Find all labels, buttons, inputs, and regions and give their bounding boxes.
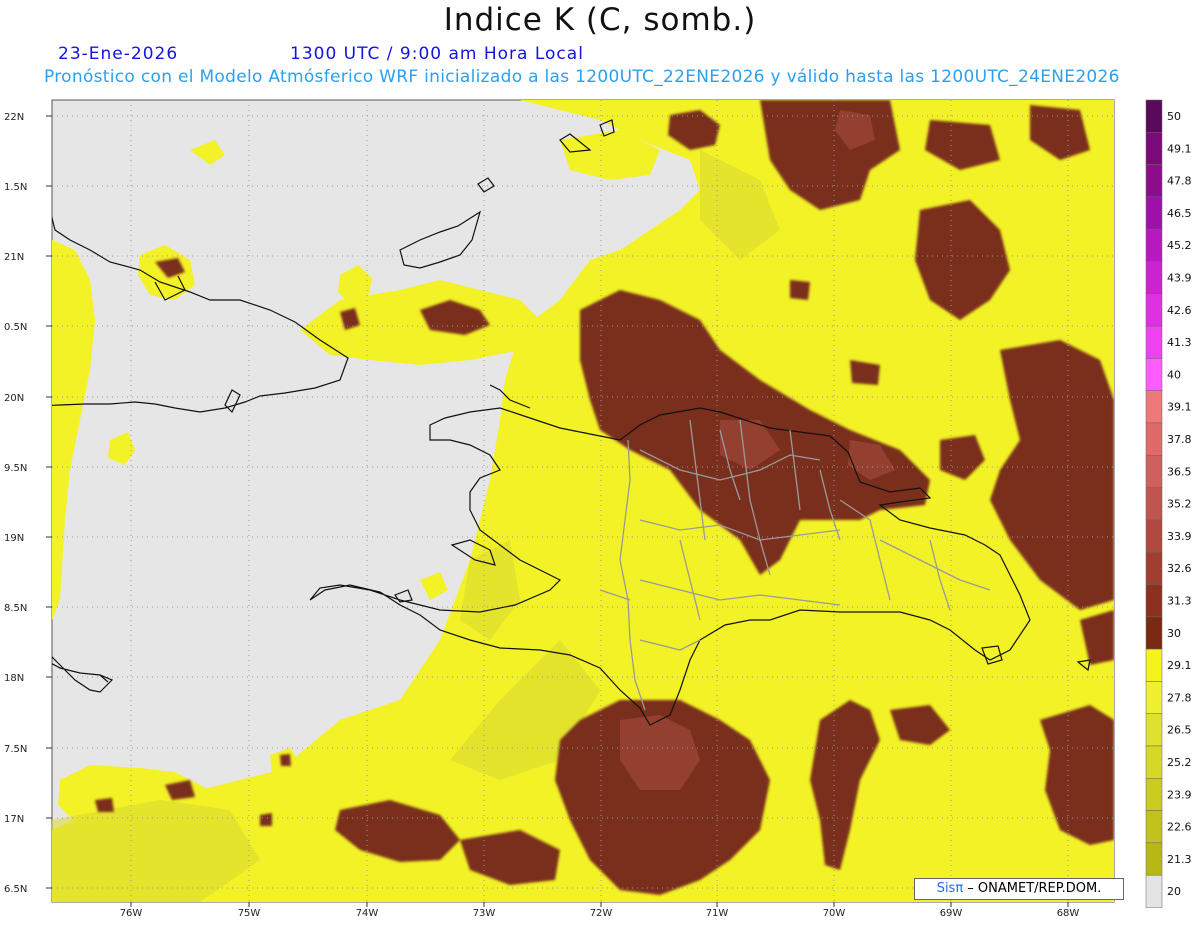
lon-label: 70W	[823, 908, 846, 919]
colorbar-swatch	[1145, 842, 1163, 876]
colorbar-swatch	[1145, 778, 1163, 811]
colorbar-label: 50	[1167, 110, 1181, 123]
colorbar-label: 29.1	[1167, 659, 1192, 672]
longitude-labels: 76W 75W 74W 73W 72W 71W 70W 69W 68W	[120, 908, 1080, 919]
lat-label: 1.5N	[4, 182, 27, 193]
colorbar-swatch	[1145, 519, 1163, 553]
lat-label: 8.5N	[4, 603, 27, 614]
colorbar-swatch	[1145, 551, 1163, 585]
colorbar-swatch	[1145, 390, 1163, 424]
lon-label: 69W	[940, 908, 963, 919]
colorbar-swatch	[1145, 648, 1163, 682]
colorbar-label: 21.3	[1167, 853, 1192, 866]
colorbar-swatch	[1145, 455, 1163, 488]
colorbar-swatch	[1145, 745, 1163, 779]
colorbar-label: 42.6	[1167, 304, 1192, 317]
colorbar-swatch	[1145, 584, 1163, 618]
colorbar-swatch	[1145, 874, 1163, 908]
colorbar-swatch	[1145, 681, 1163, 714]
lon-label: 75W	[238, 908, 261, 919]
colorbar-label: 23.9	[1167, 788, 1192, 801]
colorbar-label: 31.3	[1167, 595, 1192, 608]
lat-label: 18N	[4, 673, 24, 684]
lat-label: 6.5N	[4, 884, 27, 895]
colorbar-label: 47.8	[1167, 175, 1192, 188]
colorbar-label: 26.5	[1167, 724, 1192, 737]
colorbar-swatch	[1145, 293, 1163, 327]
colorbar-label: 45.2	[1167, 239, 1192, 252]
latitude-ticks	[46, 115, 52, 889]
lat-label: 19N	[4, 533, 24, 544]
colorbar-swatch	[1145, 164, 1163, 198]
colorbar-label: 49.1	[1167, 142, 1192, 155]
colorbar-swatch	[1145, 358, 1163, 391]
colorbar-swatch	[1145, 325, 1163, 359]
colorbar-label: 36.5	[1167, 465, 1192, 478]
colorbar-swatch	[1145, 132, 1163, 165]
lat-label: 20N	[4, 393, 24, 404]
colorbar-label: 43.9	[1167, 272, 1192, 285]
colorbar-label: 25.2	[1167, 756, 1192, 769]
latitude-labels: 22N 1.5N 21N 0.5N 20N 9.5N 19N 8.5N 18N …	[4, 112, 27, 895]
lon-label: 68W	[1057, 908, 1080, 919]
colorbar-swatch	[1145, 616, 1163, 650]
credit-box: Sisπ – ONAMET/REP.DOM.	[914, 878, 1124, 900]
credit-text: – ONAMET/REP.DOM.	[963, 881, 1102, 896]
colorbar-label: 46.5	[1167, 207, 1192, 220]
colorbar-label: 20	[1167, 885, 1181, 898]
colorbar-swatch	[1145, 261, 1163, 295]
lat-label: 9.5N	[4, 463, 27, 474]
lat-label: 17N	[4, 814, 24, 825]
colorbar-label: 37.8	[1167, 433, 1192, 446]
colorbar-label: 30	[1167, 627, 1181, 640]
colorbar-label: 22.6	[1167, 821, 1192, 834]
lon-label: 73W	[473, 908, 496, 919]
colorbar-swatch	[1145, 228, 1163, 262]
colorbar-swatch	[1145, 810, 1163, 844]
lat-label: 0.5N	[4, 322, 27, 333]
lat-label: 22N	[4, 112, 24, 123]
lon-label: 71W	[706, 908, 729, 919]
lon-label: 72W	[590, 908, 613, 919]
lat-label: 7.5N	[4, 744, 27, 755]
longitude-ticks	[130, 902, 1069, 907]
colorbar-swatch	[1145, 713, 1163, 747]
colorbar-label: 39.1	[1167, 401, 1192, 414]
colorbar-label: 41.3	[1167, 336, 1192, 349]
colorbar-swatch	[1145, 196, 1163, 230]
colorbar-label: 35.2	[1167, 498, 1192, 511]
lat-label: 21N	[4, 252, 24, 263]
lon-label: 76W	[120, 908, 143, 919]
lon-label: 74W	[356, 908, 379, 919]
colorbar-label: 27.8	[1167, 691, 1192, 704]
colorbar-swatch	[1145, 99, 1163, 133]
colorbar-label: 33.9	[1167, 530, 1192, 543]
colorbar-label: 40	[1167, 368, 1181, 381]
colorbar: 50 49.1 47.8 46.5 45.2 43.9 42.6 41.3 40 39.1 37.8…	[1145, 99, 1192, 908]
colorbar-label: 32.6	[1167, 562, 1192, 575]
weather-map: 22N 1.5N 21N 0.5N 20N 9.5N 19N 8.5N 18N …	[4, 99, 1192, 919]
colorbar-swatch	[1145, 422, 1163, 456]
credit-brand: Sisπ	[936, 881, 964, 896]
colorbar-swatch	[1145, 487, 1163, 521]
